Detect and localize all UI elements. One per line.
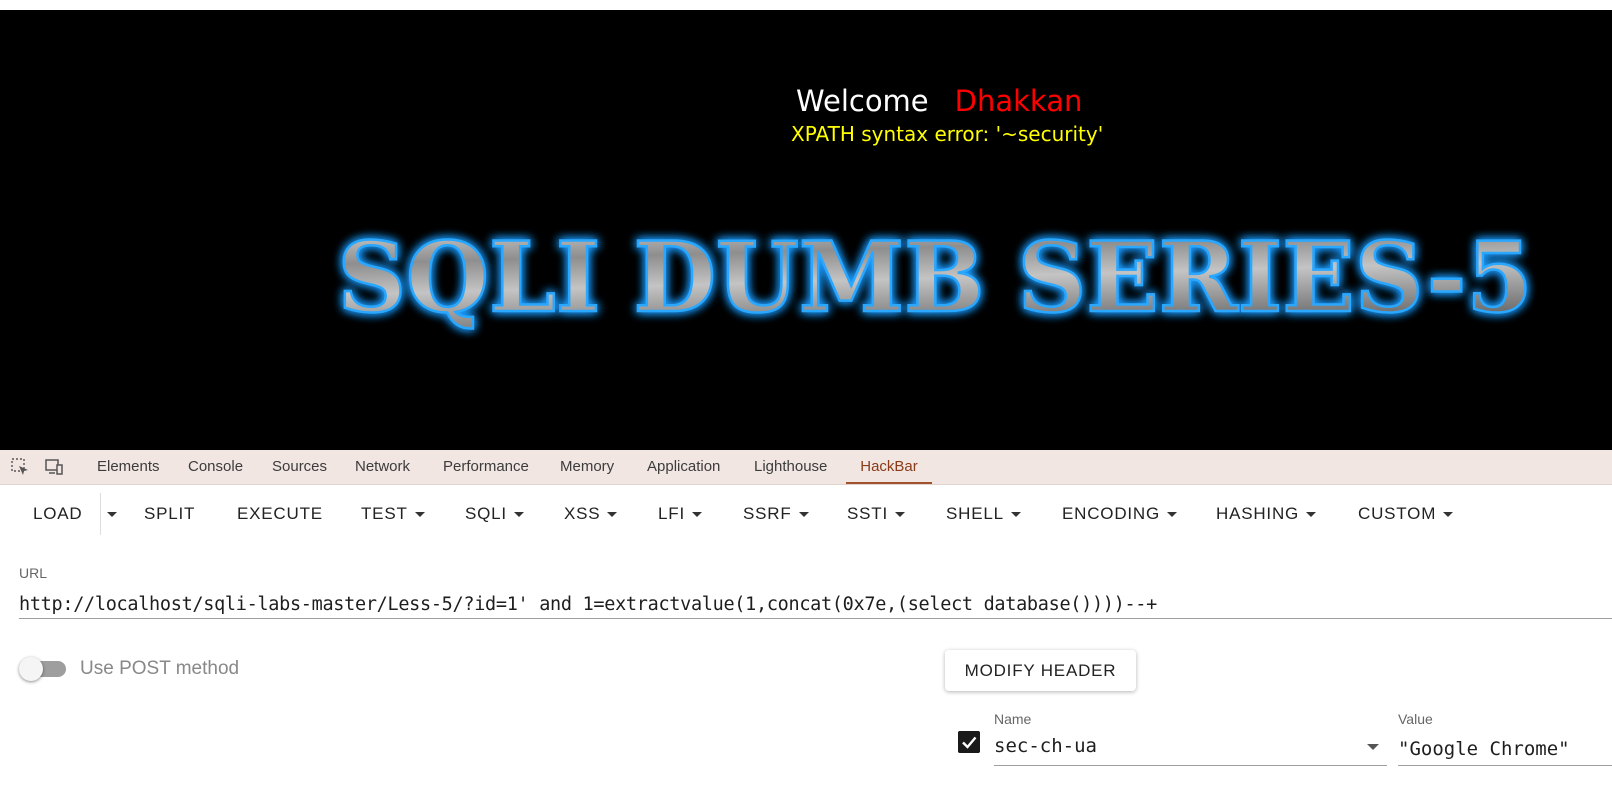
test-label: TEST	[361, 504, 408, 523]
chevron-down-icon	[1167, 512, 1178, 518]
custom-label: CUSTOM	[1358, 504, 1437, 523]
encoding-menu-button[interactable]: ENCODING	[1062, 499, 1178, 529]
execute-button[interactable]: EXECUTE	[237, 499, 323, 529]
tab-console[interactable]: Console	[188, 450, 243, 484]
ssti-label: SSTI	[847, 504, 888, 523]
hackbar-toolbar: LOAD SPLIT EXECUTE TEST SQLI XSS LFI SSR…	[0, 485, 1612, 543]
username-text: Dhakkan	[954, 84, 1083, 118]
custom-menu-button[interactable]: CUSTOM	[1358, 499, 1454, 529]
toolbar-divider	[100, 493, 101, 535]
header-enabled-checkbox[interactable]	[958, 731, 980, 753]
ssrf-label: SSRF	[743, 504, 792, 523]
device-toolbar-icon[interactable]	[44, 457, 64, 477]
chevron-down-icon	[798, 512, 809, 518]
banner-title-image: SQLI DUMB SERIES-5	[336, 220, 1534, 336]
top-strip	[0, 0, 1612, 10]
shell-label: SHELL	[946, 504, 1004, 523]
xss-label: XSS	[564, 504, 601, 523]
tab-hackbar[interactable]: HackBar	[846, 450, 932, 484]
chevron-down-icon	[1010, 512, 1021, 518]
hashing-menu-button[interactable]: HASHING	[1216, 499, 1317, 529]
load-button[interactable]: LOAD	[33, 499, 83, 529]
header-name-label: Name	[994, 711, 1032, 727]
xss-menu-button[interactable]: XSS	[564, 499, 618, 529]
chevron-down-icon	[1367, 744, 1379, 750]
chevron-down-icon	[1306, 512, 1317, 518]
welcome-text: Welcome	[796, 84, 929, 118]
chevron-down-icon	[607, 512, 618, 518]
shell-menu-button[interactable]: SHELL	[946, 499, 1021, 529]
url-input[interactable]	[19, 590, 1612, 619]
chevron-down-icon	[513, 512, 524, 518]
test-menu-button[interactable]: TEST	[361, 499, 425, 529]
encoding-label: ENCODING	[1062, 504, 1161, 523]
tab-elements[interactable]: Elements	[97, 450, 160, 484]
chevron-down-icon	[1443, 512, 1454, 518]
header-value-label: Value	[1398, 711, 1433, 727]
post-method-toggle[interactable]	[19, 657, 43, 681]
ssti-menu-button[interactable]: SSTI	[847, 499, 905, 529]
tab-application[interactable]: Application	[647, 450, 720, 484]
chevron-down-icon	[414, 512, 425, 518]
tab-network[interactable]: Network	[355, 450, 410, 484]
sqli-label: SQLI	[465, 504, 507, 523]
modify-header-button[interactable]: MODIFY HEADER	[945, 650, 1136, 691]
ssrf-menu-button[interactable]: SSRF	[743, 499, 809, 529]
header-name-value: sec-ch-ua	[994, 735, 1097, 757]
header-name-select[interactable]: sec-ch-ua	[994, 733, 1387, 766]
devtools-tab-bar: Elements Console Sources Network Perform…	[0, 450, 1612, 485]
lfi-label: LFI	[658, 504, 685, 523]
xpath-error-message: XPATH syntax error: '~security'	[791, 122, 1104, 146]
tab-performance[interactable]: Performance	[443, 450, 529, 484]
tab-lighthouse[interactable]: Lighthouse	[754, 450, 827, 484]
tab-sources[interactable]: Sources	[272, 450, 327, 484]
post-method-label: Use POST method	[80, 658, 240, 679]
sqli-menu-button[interactable]: SQLI	[465, 499, 524, 529]
lfi-menu-button[interactable]: LFI	[658, 499, 702, 529]
url-label: URL	[19, 565, 48, 581]
page-viewport: Welcome Dhakkan XPATH syntax error: '~sec…	[0, 10, 1612, 450]
banner-title-text: SQLI DUMB SERIES-5	[338, 221, 1533, 334]
hashing-label: HASHING	[1216, 504, 1300, 523]
chevron-down-icon	[691, 512, 702, 518]
inspect-element-icon[interactable]	[10, 457, 30, 477]
load-dropdown-icon[interactable]	[107, 512, 117, 517]
welcome-line: Welcome Dhakkan	[796, 84, 1082, 118]
chevron-down-icon	[895, 512, 905, 518]
split-button[interactable]: SPLIT	[144, 499, 195, 529]
tab-memory[interactable]: Memory	[560, 450, 614, 484]
header-value-input[interactable]	[1398, 733, 1612, 766]
